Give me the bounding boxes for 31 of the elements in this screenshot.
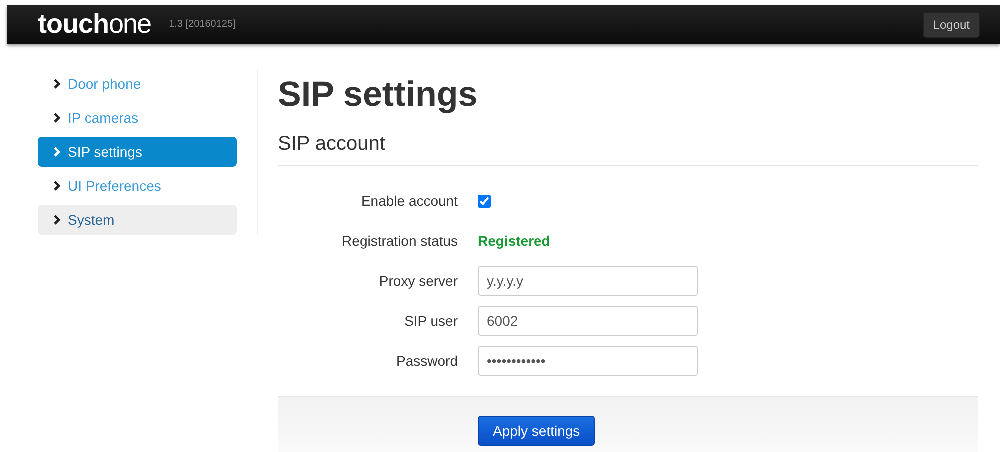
field-label: SIP user xyxy=(404,313,458,329)
input-field[interactable]: y.y.y.y xyxy=(478,266,698,296)
sidebar-item[interactable]: SIP settings xyxy=(38,137,237,167)
field-label: Password xyxy=(396,353,458,369)
apply-button[interactable]: Apply settings xyxy=(478,416,596,446)
chevron-icon xyxy=(53,79,62,89)
sidebar-item[interactable]: UI Preferences xyxy=(38,171,237,201)
input-field[interactable]: •••••••••••• xyxy=(478,346,698,376)
sidebar-item-label: SIP settings xyxy=(68,144,142,160)
sidebar-item[interactable]: System xyxy=(38,205,237,235)
section-title: SIP account xyxy=(278,133,978,166)
chevron-icon xyxy=(53,147,62,157)
chevron-icon xyxy=(53,113,62,123)
sidebar-item[interactable]: IP cameras xyxy=(38,103,237,133)
version-label: 1.3 [20160125] xyxy=(169,19,236,30)
input-field[interactable]: 6002 xyxy=(478,306,698,336)
chevron-icon xyxy=(53,181,62,191)
field-label: Proxy server xyxy=(378,273,458,289)
chevron-icon xyxy=(53,215,62,225)
logo: touchone xyxy=(38,11,152,38)
page-title: SIP settings xyxy=(278,75,479,115)
sidebar-item-label: UI Preferences xyxy=(68,178,162,194)
sidebar-item[interactable]: Door phone xyxy=(38,69,237,99)
field-label: Enable account xyxy=(360,193,458,209)
sidebar-item-label: System xyxy=(68,212,115,228)
status-value: Registered xyxy=(478,233,550,249)
sidebar-item-label: Door phone xyxy=(68,76,142,92)
enable-checkbox[interactable] xyxy=(478,194,491,208)
logout-button[interactable]: Logout xyxy=(923,12,980,38)
sidebar-item-label: IP cameras xyxy=(68,110,139,126)
field-label: Registration status xyxy=(341,233,458,249)
